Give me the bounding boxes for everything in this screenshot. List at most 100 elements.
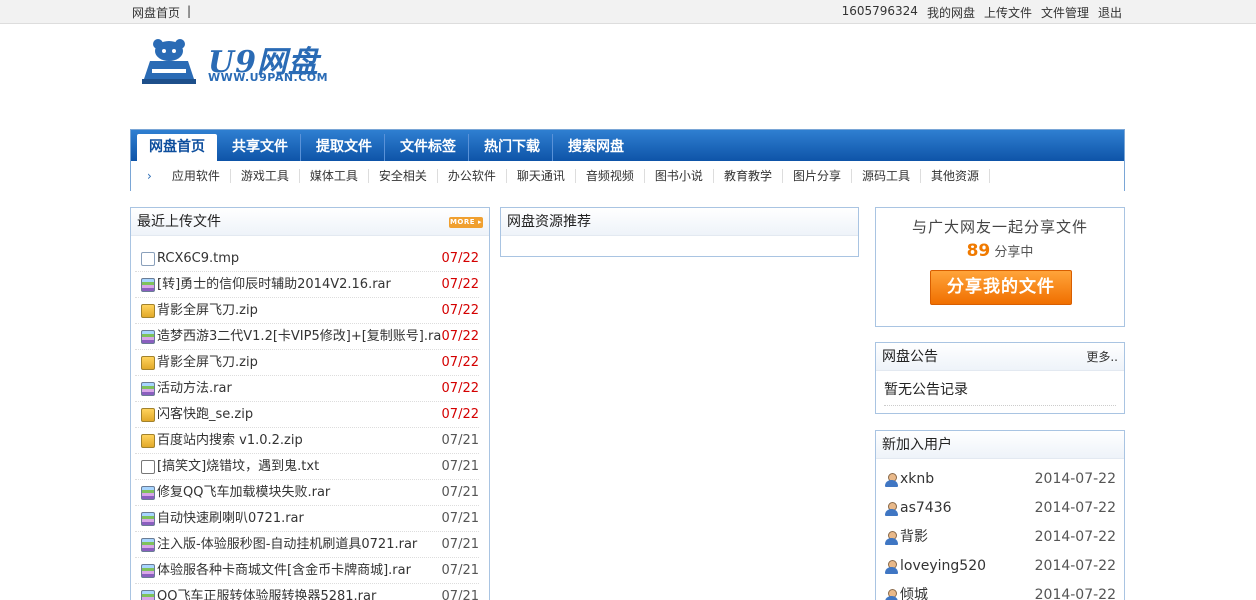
site-logo[interactable]: U9网盘 WWW.U9PAN.COM <box>140 37 330 89</box>
zip-file-icon <box>141 433 155 448</box>
file-name[interactable]: [搞笑文]烧错坟，遇到鬼.txt <box>157 454 441 480</box>
category-item[interactable]: 图片分享 <box>783 169 852 183</box>
file-date: 07/22 <box>441 406 479 422</box>
file-row[interactable]: 百度站内搜索 v1.0.2.zip 07/21 <box>135 428 479 454</box>
file-name[interactable]: QQ飞车正服转体验服转换器5281.rar <box>157 584 441 600</box>
file-row[interactable]: [转]勇士的信仰辰时辅助2014V2.16.rar 07/22 <box>135 272 479 298</box>
tab-search-disk[interactable]: 搜索网盘 <box>556 134 636 161</box>
rar-file-icon <box>141 537 155 552</box>
file-name[interactable]: 活动方法.rar <box>157 376 441 402</box>
file-date: 07/21 <box>441 484 479 500</box>
file-name[interactable]: 修复QQ飞车加载模块失败.rar <box>157 480 441 506</box>
file-name[interactable]: RCX6C9.tmp <box>157 246 441 272</box>
user-name[interactable]: as7436 <box>900 494 952 523</box>
file-row[interactable]: 造梦西游3二代V1.2[卡VIP5修改]+[复制账号].rar 07/22 <box>135 324 479 350</box>
file-name[interactable]: 自动快速刷喇叭0721.rar <box>157 506 441 532</box>
file-row[interactable]: 闪客快跑_se.zip 07/22 <box>135 402 479 428</box>
category-item[interactable]: 媒体工具 <box>300 169 369 183</box>
user-name[interactable]: 背影 <box>900 523 928 552</box>
tab-extract-files[interactable]: 提取文件 <box>304 134 385 161</box>
category-item[interactable]: 游戏工具 <box>231 169 300 183</box>
user-row[interactable]: loveying520 2014-07-22 <box>876 552 1124 581</box>
user-row[interactable]: as7436 2014-07-22 <box>876 494 1124 523</box>
file-name[interactable]: 闪客快跑_se.zip <box>157 402 441 428</box>
my-disk-link[interactable]: 我的网盘 <box>927 4 975 21</box>
file-row[interactable]: [搞笑文]烧错坟，遇到鬼.txt 07/21 <box>135 454 479 480</box>
category-item[interactable]: 音频视频 <box>576 169 645 183</box>
file-row[interactable]: 体验服各种卡商城文件[含金币卡牌商城].rar 07/21 <box>135 558 479 584</box>
file-date: 07/21 <box>441 510 479 526</box>
tab-home[interactable]: 网盘首页 <box>137 134 217 161</box>
notice-panel: 网盘公告 更多.. 暂无公告记录 <box>875 342 1125 414</box>
file-manage-link[interactable]: 文件管理 <box>1041 4 1089 21</box>
zip-file-icon <box>141 407 155 422</box>
file-date: 07/22 <box>441 354 479 370</box>
user-row[interactable]: 背影 2014-07-22 <box>876 523 1124 552</box>
rar-file-icon <box>141 329 155 344</box>
share-box: 与广大网友一起分享文件 89 分享中 分享我的文件 <box>875 207 1125 327</box>
file-row[interactable]: RCX6C9.tmp 07/22 <box>135 246 479 272</box>
file-name[interactable]: 背影全屏飞刀.zip <box>157 350 441 376</box>
primary-tabs: 网盘首页 共享文件 提取文件 文件标签 热门下载 搜索网盘 <box>131 130 1124 161</box>
file-name[interactable]: 造梦西游3二代V1.2[卡VIP5修改]+[复制账号].rar <box>157 324 441 350</box>
file-name[interactable]: 注入版-体验服秒图-自动挂机刷道具0721.rar <box>157 532 441 558</box>
tab-shared-files[interactable]: 共享文件 <box>220 134 301 161</box>
file-date: 07/21 <box>441 432 479 448</box>
notice-header: 网盘公告 更多.. <box>876 343 1124 371</box>
user-row[interactable]: xknb 2014-07-22 <box>876 465 1124 494</box>
file-date: 07/21 <box>441 562 479 578</box>
tab-hot-downloads[interactable]: 热门下载 <box>472 134 553 161</box>
txt-file-icon <box>141 459 155 474</box>
file-date: 07/21 <box>441 536 479 552</box>
file-row[interactable]: 修复QQ飞车加载模块失败.rar 07/21 <box>135 480 479 506</box>
share-count: 89 分享中 <box>966 241 1034 261</box>
file-name[interactable]: 百度站内搜索 v1.0.2.zip <box>157 428 441 454</box>
user-join-date: 2014-07-22 <box>1034 529 1116 545</box>
notice-body: 暂无公告记录 <box>876 371 1124 414</box>
file-row[interactable]: 注入版-体验服秒图-自动挂机刷道具0721.rar 07/21 <box>135 532 479 558</box>
recent-files-list: RCX6C9.tmp 07/22 [转]勇士的信仰辰时辅助2014V2.16.rar… <box>135 246 479 600</box>
category-item[interactable]: 图书小说 <box>645 169 714 183</box>
rar-file-icon <box>141 485 155 500</box>
category-item[interactable]: 聊天通讯 <box>507 169 576 183</box>
recommend-header: 网盘资源推荐 <box>501 208 858 236</box>
user-name[interactable]: 倾城 <box>900 581 928 600</box>
user-name[interactable]: xknb <box>900 465 934 494</box>
upload-link[interactable]: 上传文件 <box>984 4 1032 21</box>
logo-mascot-icon <box>142 39 196 84</box>
file-date: 07/21 <box>441 458 479 474</box>
file-name[interactable]: 背影全屏飞刀.zip <box>157 298 441 324</box>
category-item[interactable]: 其他资源 <box>921 169 990 183</box>
file-name[interactable]: [转]勇士的信仰辰时辅助2014V2.16.rar <box>157 272 441 298</box>
file-date: 07/22 <box>441 328 479 344</box>
file-row[interactable]: 自动快速刷喇叭0721.rar 07/21 <box>135 506 479 532</box>
notice-text: 暂无公告记录 <box>884 379 1116 406</box>
category-item[interactable]: 源码工具 <box>852 169 921 183</box>
new-users-header: 新加入用户 <box>876 431 1124 459</box>
share-my-files-button[interactable]: 分享我的文件 <box>930 270 1072 305</box>
more-button[interactable]: MORE ▸ <box>449 217 483 228</box>
category-item[interactable]: 办公软件 <box>438 169 507 183</box>
category-item[interactable]: 应用软件 <box>162 169 231 183</box>
tmp-file-icon <box>141 251 155 266</box>
user-name[interactable]: loveying520 <box>900 552 986 581</box>
notice-more-link[interactable]: 更多.. <box>1086 343 1118 371</box>
user-icon <box>884 501 899 516</box>
file-date: 07/22 <box>441 302 479 318</box>
top-home-link[interactable]: 网盘首页 <box>132 4 180 21</box>
file-row[interactable]: QQ飞车正服转体验服转换器5281.rar 07/21 <box>135 584 479 600</box>
recent-files-panel: 最近上传文件 MORE ▸ RCX6C9.tmp 07/22 [转]勇士的信仰辰时辅… <box>130 207 490 600</box>
tab-file-tags[interactable]: 文件标签 <box>388 134 469 161</box>
file-row[interactable]: 背影全屏飞刀.zip 07/22 <box>135 350 479 376</box>
rar-file-icon <box>141 511 155 526</box>
logout-link[interactable]: 退出 <box>1098 4 1122 21</box>
user-row[interactable]: 倾城 2014-07-22 <box>876 581 1124 600</box>
file-row[interactable]: 背影全屏飞刀.zip 07/22 <box>135 298 479 324</box>
category-item[interactable]: 教育教学 <box>714 169 783 183</box>
file-row[interactable]: 活动方法.rar 07/22 <box>135 376 479 402</box>
file-name[interactable]: 体验服各种卡商城文件[含金币卡牌商城].rar <box>157 558 441 584</box>
category-item[interactable]: 安全相关 <box>369 169 438 183</box>
main-nav: 网盘首页 共享文件 提取文件 文件标签 热门下载 搜索网盘 › 应用软件 游戏工… <box>130 129 1125 191</box>
user-join-date: 2014-07-22 <box>1034 587 1116 600</box>
new-users-title: 新加入用户 <box>882 437 952 453</box>
